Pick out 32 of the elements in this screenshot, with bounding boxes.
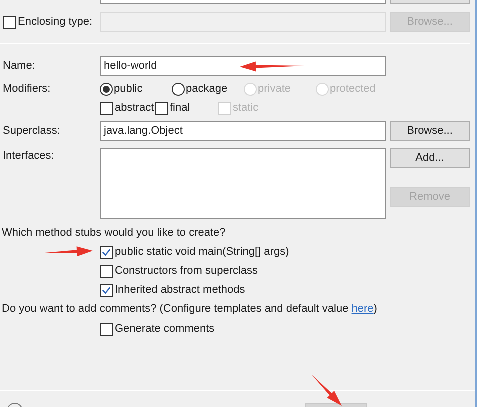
checkbox[interactable] xyxy=(100,322,113,336)
radio-label: protected xyxy=(330,82,376,97)
checkbox-label: final xyxy=(170,100,190,116)
checkbox-label: Generate comments xyxy=(115,322,215,337)
radio-button[interactable] xyxy=(100,82,113,96)
checkbox-label: Constructors from superclass xyxy=(115,264,258,279)
field-label: Modifiers: xyxy=(2,82,52,97)
radio-button[interactable] xyxy=(172,82,185,96)
checkbox-label: abstract xyxy=(115,100,154,116)
checkbox-label: Inherited abstract methods xyxy=(115,282,246,298)
checkbox-label: Enclosing type: xyxy=(18,14,93,30)
button[interactable]: Add... xyxy=(390,148,470,168)
checkbox[interactable] xyxy=(100,102,113,114)
list-box[interactable] xyxy=(100,148,386,219)
question-text: Which method stubs would you like to create? xyxy=(2,226,226,241)
text-field[interactable]: hello-world xyxy=(100,56,386,76)
question-text: Do you want to add comments? (Configure templates and default value here) xyxy=(2,302,378,317)
radio-label: package xyxy=(186,82,228,97)
checkbox-label: static xyxy=(233,100,259,116)
field-label: Name: xyxy=(2,58,36,74)
checkbox-label: public static void main(String[] args) xyxy=(115,244,290,260)
checkbox[interactable] xyxy=(100,264,113,278)
button[interactable]: Browse... xyxy=(390,121,470,141)
field-label: Superclass: xyxy=(2,124,62,139)
radio-label: private xyxy=(258,82,292,97)
text-field[interactable]: java.lang.Object xyxy=(100,121,386,141)
field-label: Interfaces: xyxy=(2,149,56,164)
checkbox[interactable] xyxy=(100,246,113,258)
checkbox[interactable] xyxy=(155,102,168,114)
checkbox[interactable] xyxy=(100,284,113,296)
radio-label: public xyxy=(114,82,143,97)
link[interactable]: here xyxy=(352,302,374,315)
